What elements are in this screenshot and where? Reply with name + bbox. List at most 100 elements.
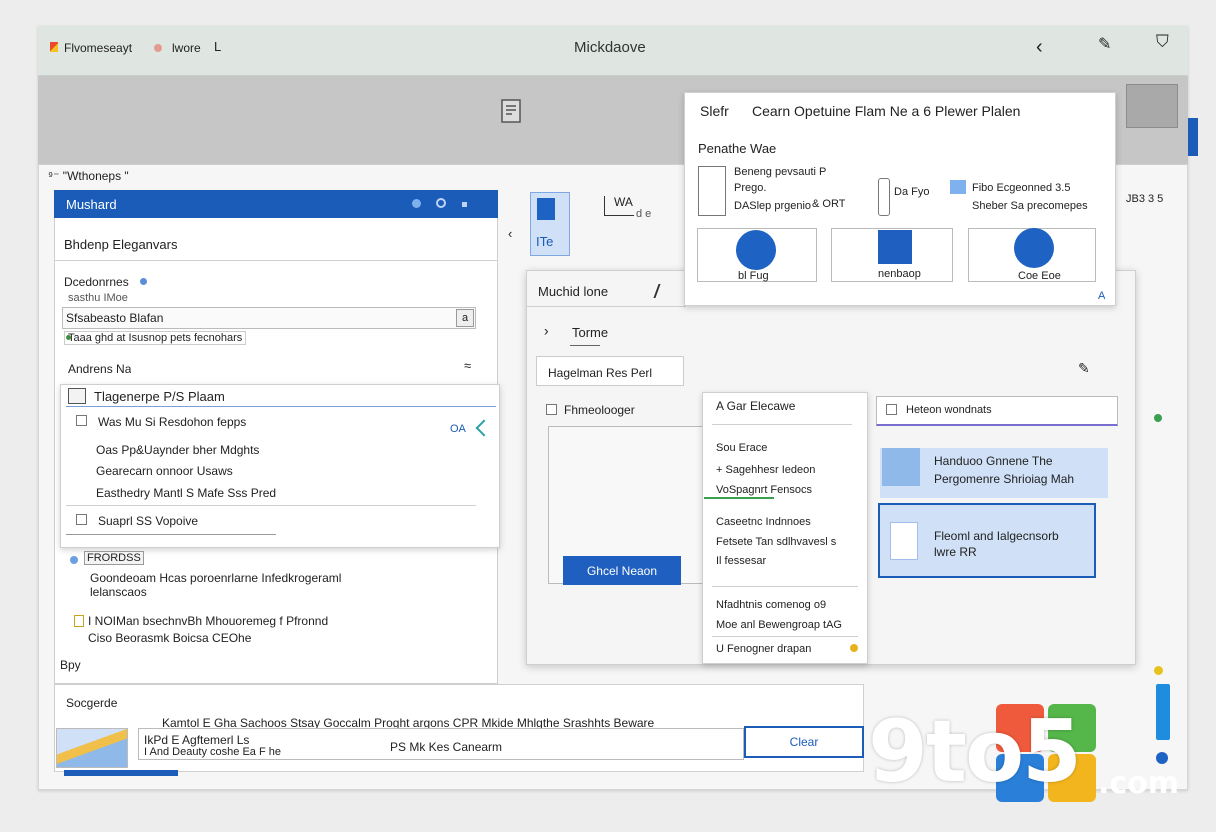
top-row: Prego. (734, 182, 767, 194)
bottom-input-text: I And Deauty coshe Ea F he (144, 746, 281, 758)
popup-warning-icon (850, 644, 858, 652)
left-panel-title: Mushard (66, 197, 117, 212)
doc-icon[interactable] (698, 166, 726, 216)
card-1-sub: Pergomenre Shrioiag Mah (934, 472, 1075, 486)
input-field-label: Sfsabeasto Blafan (66, 311, 164, 325)
popup-item[interactable]: U Fenogner drapan (716, 643, 811, 655)
side-tag: OA (450, 423, 466, 435)
card-2-title: Fleoml and Ialgecnsorb (934, 529, 1059, 543)
right-warning-dot (1154, 666, 1163, 675)
bottom-input-text: IkPd E Agftemerl Ls (144, 733, 250, 747)
card-1-icon (882, 448, 920, 486)
top-panel-corner: A (1098, 290, 1106, 302)
list-item[interactable]: Easthedry Mantl S Mafe Sss Pred (96, 486, 276, 500)
list-item-checkbox[interactable] (76, 514, 87, 525)
popup-item[interactable]: VoSpagnrt Fensocs (716, 484, 812, 496)
collapse-left-icon[interactable]: ‹ (508, 226, 512, 241)
popup-item[interactable]: Nfadhtnis comenog o9 (716, 599, 826, 611)
top-panel-subtitle: Penathe Wae (698, 141, 777, 156)
popup-item[interactable]: Il fessesar (716, 555, 766, 567)
top-row: Beneng pevsauti P (734, 166, 827, 178)
popup-divider-3 (712, 636, 858, 637)
popup-divider (712, 424, 852, 425)
list-item[interactable]: Suaprl SS Vopoive (98, 514, 198, 528)
close-icon[interactable] (462, 202, 467, 207)
settings-icon[interactable] (436, 198, 446, 208)
card-2-icon (890, 522, 918, 560)
lower-tag: FRORDSS (84, 551, 144, 565)
lower-tag-icon (70, 556, 78, 564)
left-divider-1 (54, 260, 498, 261)
right-status-dot (1154, 414, 1162, 422)
ruler-bracket-icon (878, 178, 890, 216)
hint-dot-icon (66, 335, 71, 340)
right-bottom-icon[interactable] (1156, 752, 1168, 764)
popup-item[interactable]: Fetsete Tan sdlhvavesl s (716, 536, 836, 548)
list-item[interactable]: Was Mu Si Resdohon fepps (98, 415, 246, 429)
popup-item[interactable]: Moe anl Bewengroap tAG (716, 619, 842, 631)
small-label: Bpy (60, 658, 81, 672)
app-logo-icon (50, 42, 58, 52)
chevron-icon[interactable]: ≈ (464, 358, 471, 373)
sync-icon[interactable] (950, 180, 966, 194)
list-item[interactable]: Gearecarn onnoor Usaws (96, 464, 233, 478)
bottom-input-text: PS Mk Kes Canearm (390, 740, 503, 754)
back-icon[interactable]: ‹ (1036, 36, 1043, 59)
ruler-label: WA (614, 195, 633, 209)
expand-icon[interactable]: ‹ (544, 325, 549, 341)
dialog-checkbox-label: Fhmeolooger (564, 403, 635, 417)
toolbar-document-icon[interactable] (494, 94, 528, 128)
tile-1-icon (736, 230, 776, 270)
popup-title: A Gar Elecawe (716, 399, 796, 413)
dialog-title: Muchid lone (538, 284, 609, 299)
tile-2-icon (878, 230, 912, 264)
search-input-text: Heteon wondnats (906, 404, 992, 416)
section-info-icon (140, 278, 147, 285)
top-row: DASlep prgenio (734, 200, 812, 212)
clear-button[interactable]: Clear (744, 726, 864, 758)
info-icon[interactable] (412, 199, 421, 208)
ribbon-tile-right[interactable] (1126, 84, 1178, 128)
list-item[interactable]: Oas Pp&Uaynder bher Mdghts (96, 443, 259, 457)
tool-tile-label: ITe (536, 234, 554, 249)
breadcrumb-item-2[interactable]: lwore (172, 41, 201, 55)
top-row: & ORT (812, 198, 846, 210)
list-bottom-divider (66, 534, 276, 535)
list-card-icon (68, 388, 86, 404)
popup-item[interactable]: Sou Erace (716, 442, 767, 454)
watermark-text: 9to5 (868, 702, 1082, 802)
dialog-section: Torme (572, 325, 609, 340)
ribbon-accent-bar (1188, 118, 1198, 156)
primary-button[interactable]: Ghcel Neaon (563, 556, 681, 585)
card-1-title: Handuoo Gnnene The (934, 454, 1053, 468)
right-scrollbar[interactable] (1156, 684, 1170, 740)
tool-tile-icon (537, 198, 555, 220)
list-card-title: Tlagenerpe P/S Plaam (94, 389, 225, 404)
list-item-checkbox[interactable] (76, 415, 87, 426)
popup-divider-2 (712, 586, 858, 587)
list-card-title-underline (66, 406, 496, 407)
lower-checkbox[interactable] (74, 615, 84, 627)
ruler-caption: d e (636, 208, 652, 220)
breadcrumb-item[interactable]: Flvomeseayt (64, 41, 132, 55)
account-icon[interactable]: ⛉ (1156, 32, 1169, 52)
popup-item[interactable]: + Sagehhesr Iedeon (716, 464, 815, 476)
search-checkbox[interactable] (886, 404, 897, 415)
lower-desc: lelanscaos (90, 585, 147, 599)
ruler-bracket-label: Da Fyo (894, 186, 930, 198)
section-sub: sasthu IMoe (68, 292, 128, 304)
left-panel-heading: Bhdenp Eleganvars (64, 237, 178, 252)
bottom-status-bar (64, 770, 178, 776)
lower-desc: I NOIMan bsechnvBh Mhouoremeg f Pfronnd (88, 614, 329, 628)
pen-icon[interactable]: ✎ (1098, 34, 1111, 54)
top-panel-title: Slefr (700, 103, 729, 119)
hint-text: Taaa ghd at Isusnop pets fecnohars (64, 331, 247, 345)
thumbnail-image[interactable] (56, 728, 128, 768)
top-row: Fibo Ecgeonned 3.5 (972, 182, 1071, 194)
hand-icon[interactable]: ✎ (1078, 360, 1090, 377)
path-label[interactable]: ⁹⁻ "Wthoneps " (48, 169, 129, 183)
right-number-label: JB3 3 5 (1126, 193, 1164, 205)
popup-item[interactable]: Caseetnc Indnnoes (716, 516, 811, 528)
dialog-checkbox[interactable] (546, 404, 557, 415)
field-button[interactable]: a (456, 309, 474, 327)
